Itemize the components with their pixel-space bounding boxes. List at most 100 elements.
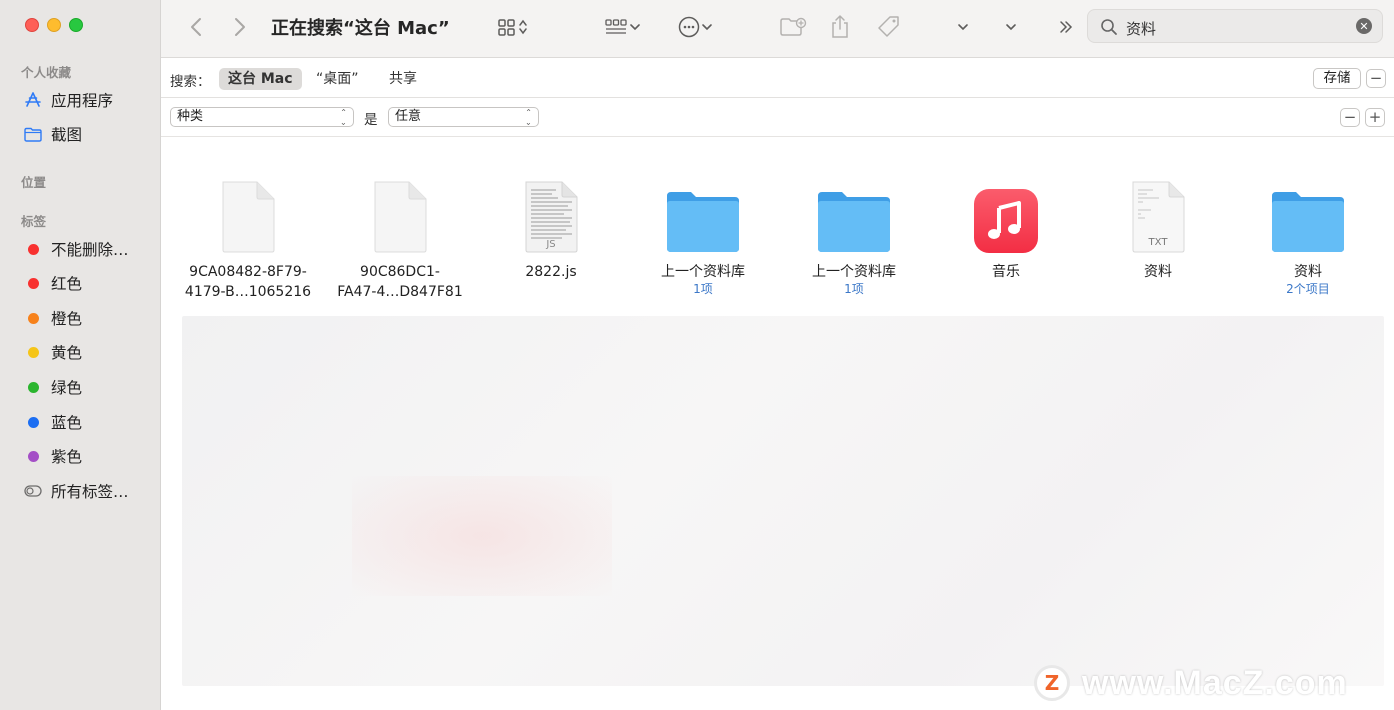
favorites-header: 个人收藏 — [21, 65, 72, 80]
tag-dot-icon — [27, 277, 39, 289]
search-criteria-bar: 种类 ⌃ ⌃ 是 任意 ⌃ ⌃ − + — [161, 99, 1394, 137]
operator-label: 是 — [364, 112, 378, 128]
document-icon — [222, 181, 275, 253]
watermark: Z www.MacZ.com — [1034, 663, 1348, 703]
file-name-line1: 90C86DC1- — [360, 264, 440, 280]
group-button[interactable] — [597, 12, 647, 42]
chevron-down-icon — [630, 24, 640, 31]
new-folder-button[interactable] — [777, 12, 809, 42]
tag-dot-icon — [27, 346, 39, 358]
search-field[interactable]: 资料 ✕ — [1087, 9, 1383, 43]
attribute-popup[interactable]: 种类 ⌃ ⌃ — [170, 107, 354, 127]
results-grid: 9CA08482-8F79- 4179-B…1065216 90C86DC1- … — [161, 138, 1394, 710]
sidebar-item-label: 黄色 — [51, 344, 83, 362]
folder-item[interactable]: 上一个资料库 1项 — [628, 168, 778, 297]
sidebar-item-applications[interactable]: 应用程序 — [24, 88, 113, 112]
toolbar-dropdown-2[interactable] — [1001, 12, 1021, 42]
clear-search-icon[interactable]: ✕ — [1356, 18, 1372, 34]
all-tags-icon — [24, 485, 42, 497]
close-window-button[interactable] — [25, 18, 39, 32]
search-input[interactable]: 资料 — [1126, 18, 1156, 39]
action-button[interactable] — [671, 12, 719, 42]
zoom-window-button[interactable] — [69, 18, 83, 32]
share-icon — [832, 14, 848, 38]
search-icon — [1101, 19, 1117, 35]
window-title: 正在搜索“这台 Mac” — [271, 18, 450, 39]
tag-button[interactable] — [873, 12, 905, 42]
updown-chevron-icon: ⌃ ⌃ — [525, 108, 532, 127]
toolbar-overflow-button[interactable] — [1055, 12, 1077, 42]
file-item[interactable]: JS 2822.js — [476, 168, 626, 282]
criteria-value: 任意 — [395, 109, 422, 124]
minimize-window-button[interactable] — [47, 18, 61, 32]
grid-view-icon — [498, 19, 515, 36]
save-search-button[interactable]: 存储 — [1313, 68, 1361, 89]
document-icon — [374, 181, 427, 253]
scope-tab-this-mac[interactable]: 这台 Mac — [219, 68, 302, 90]
music-app-icon — [974, 189, 1038, 253]
tag-dot-icon — [27, 312, 39, 324]
sidebar-item-screenshots[interactable]: 截图 — [24, 122, 82, 146]
sidebar-all-tags[interactable]: 所有标签… — [24, 479, 129, 503]
blurred-results-area — [182, 316, 1384, 686]
add-criteria-button[interactable]: + — [1365, 108, 1385, 127]
sidebar-item-label: 红色 — [51, 275, 83, 293]
value-popup[interactable]: 任意 ⌃ ⌃ — [388, 107, 539, 127]
updown-chevron-icon — [519, 19, 527, 35]
share-button[interactable] — [825, 12, 855, 42]
tag-dot-icon — [27, 416, 39, 428]
sidebar-item-label: 橙色 — [51, 310, 83, 328]
plus-icon: + — [1368, 108, 1382, 126]
chevron-down-icon — [1006, 24, 1016, 31]
back-button[interactable] — [183, 12, 209, 42]
sidebar-item-label: 所有标签… — [51, 483, 129, 501]
chevron-down-icon — [702, 24, 712, 31]
forward-button[interactable] — [227, 12, 253, 42]
folder-name: 资料 — [1294, 264, 1322, 280]
remove-scope-button[interactable]: − — [1366, 69, 1386, 88]
folder-name: 上一个资料库 — [812, 264, 896, 280]
sidebar: 个人收藏 应用程序 截图 位置 标签 不能删除… 红色 橙色 黄色 绿色 蓝色 — [0, 0, 161, 710]
minus-icon: − — [1369, 69, 1383, 87]
locations-header: 位置 — [21, 175, 47, 190]
sidebar-tag-red[interactable]: 红色 — [24, 271, 82, 295]
sidebar-item-label: 绿色 — [51, 379, 83, 397]
sidebar-tag-green[interactable]: 绿色 — [24, 375, 82, 399]
attribute-value: 种类 — [177, 109, 204, 124]
folder-icon — [1272, 192, 1344, 252]
sidebar-tag-orange[interactable]: 橙色 — [24, 306, 82, 330]
file-item[interactable]: 90C86DC1- FA47-4…D847F81 — [325, 168, 475, 302]
scope-tab-desktop[interactable]: “桌面” — [307, 68, 368, 90]
app-item[interactable]: 音乐 — [931, 168, 1081, 282]
sidebar-tag-undeletable[interactable]: 不能删除… — [24, 237, 129, 261]
watermark-logo: Z — [1034, 665, 1070, 701]
folder-icon — [667, 192, 739, 252]
chevron-right-icon — [235, 18, 245, 36]
search-scope-bar: 搜索： 这台 Mac “桌面” 共享 存储 − — [161, 59, 1394, 98]
view-mode-button[interactable] — [489, 12, 535, 42]
file-item[interactable]: 9CA08482-8F79- 4179-B…1065216 — [173, 168, 323, 302]
toolbar-dropdown-1[interactable] — [953, 12, 973, 42]
more-icon — [678, 16, 700, 38]
window-controls — [25, 18, 83, 32]
scope-tab-shared[interactable]: 共享 — [380, 68, 426, 90]
watermark-text: www.MacZ.com — [1082, 663, 1348, 702]
sidebar-item-label: 应用程序 — [51, 92, 114, 110]
tag-dot-icon — [27, 450, 39, 462]
double-chevron-right-icon — [1060, 21, 1073, 33]
folder-item-count: 2个项目 — [1286, 282, 1330, 296]
folder-item[interactable]: 资料 2个项目 — [1233, 168, 1383, 297]
file-name-line2: 4179-B…1065216 — [184, 284, 312, 300]
sidebar-tag-purple[interactable]: 紫色 — [24, 444, 82, 468]
folder-icon — [24, 127, 42, 142]
remove-criteria-button[interactable]: − — [1340, 108, 1360, 127]
sidebar-item-label: 紫色 — [51, 448, 83, 466]
file-item[interactable]: TXT 资料 — [1083, 168, 1233, 282]
chevron-down-icon — [958, 24, 968, 31]
sidebar-item-label: 截图 — [51, 126, 83, 144]
folder-item[interactable]: 上一个资料库 1项 — [779, 168, 929, 297]
sidebar-tag-blue[interactable]: 蓝色 — [24, 410, 82, 434]
sidebar-tag-yellow[interactable]: 黄色 — [24, 340, 82, 364]
apps-icon — [24, 91, 42, 109]
tag-dot-icon — [27, 243, 39, 255]
